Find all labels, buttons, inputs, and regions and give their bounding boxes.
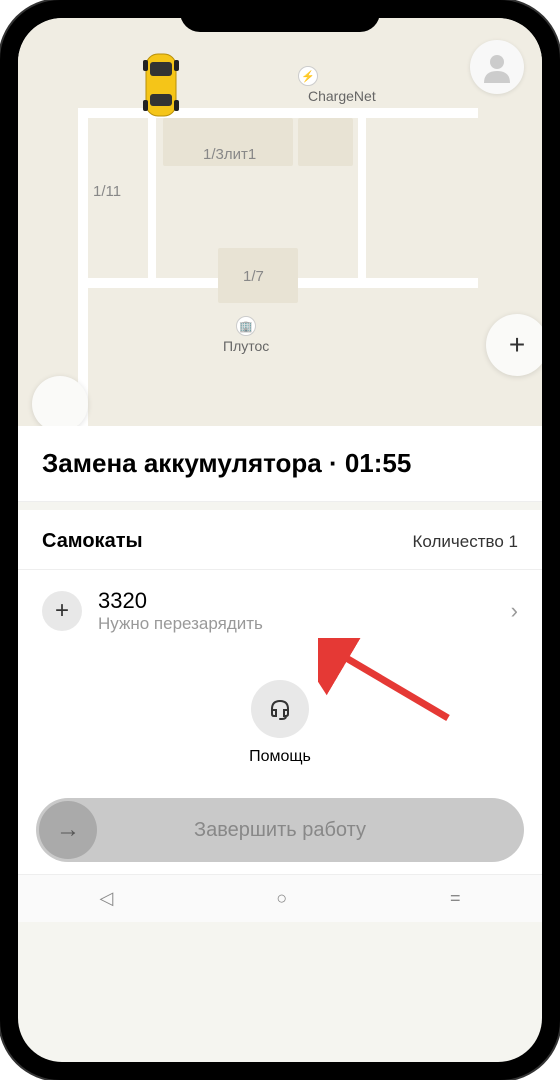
scooter-status: Нужно перезарядить — [98, 614, 495, 634]
nav-home-icon[interactable]: ○ — [276, 888, 287, 909]
help-section: Помощь — [18, 652, 542, 784]
section-title: Самокаты — [42, 530, 143, 553]
scooter-id: 3320 — [98, 588, 495, 614]
scooter-item-body: 3320 Нужно перезарядить — [98, 588, 495, 634]
plus-icon: + — [509, 329, 525, 361]
nav-back-icon[interactable]: ◁ — [99, 888, 113, 909]
task-header: Замена аккумулятора · 01:55 — [18, 426, 542, 502]
zoom-in-button[interactable]: + — [486, 314, 542, 376]
map-poi-plutos: Плутос — [223, 338, 269, 354]
section-count: Количество 1 — [413, 532, 518, 552]
map-poi-chargenet: ChargeNet — [308, 88, 376, 104]
business-poi-icon: 🏢 — [236, 316, 256, 336]
add-scooter-button[interactable]: + — [42, 591, 82, 631]
profile-button[interactable] — [470, 40, 524, 94]
finish-work-slider[interactable]: Завершить работу → — [36, 798, 524, 862]
profile-icon — [479, 49, 515, 85]
scooter-list-item[interactable]: + 3320 Нужно перезарядить › — [18, 570, 542, 652]
map-address-2: 1/11 — [93, 183, 121, 200]
plus-icon: + — [55, 597, 69, 625]
task-title: Замена аккумулятора · 01:55 — [42, 448, 518, 479]
screen: ⚡ ChargeNet 1/3лит1 1/11 1/7 🏢 Плутос — [18, 18, 542, 1062]
car-marker-icon — [140, 46, 182, 124]
help-button[interactable] — [251, 680, 309, 738]
android-nav-bar: ◁ ○ = — [18, 874, 542, 922]
map-address-1: 1/3лит1 — [203, 146, 256, 163]
finish-bar: Завершить работу → — [18, 784, 542, 874]
chevron-right-icon: › — [511, 598, 518, 624]
charging-poi-icon: ⚡ — [298, 66, 318, 86]
scooters-section-header: Самокаты Количество 1 — [18, 510, 542, 570]
map-address-3: 1/7 — [243, 268, 264, 285]
map[interactable]: ⚡ ChargeNet 1/3лит1 1/11 1/7 🏢 Плутос — [18, 18, 542, 426]
headset-icon — [266, 695, 294, 723]
locate-button[interactable] — [32, 376, 88, 426]
help-label: Помощь — [249, 748, 311, 766]
phone-notch — [180, 0, 380, 32]
finish-label: Завершить работу — [36, 819, 524, 842]
phone-frame: ⚡ ChargeNet 1/3лит1 1/11 1/7 🏢 Плутос — [0, 0, 560, 1080]
nav-recent-icon[interactable]: = — [450, 888, 461, 909]
